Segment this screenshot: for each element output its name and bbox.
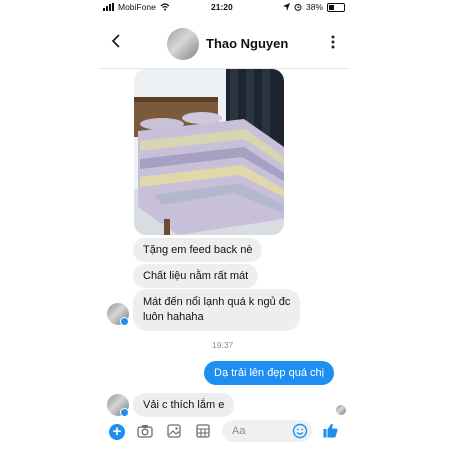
message-bubble-outgoing[interactable]: Dạ trải lên đẹp quá chị	[204, 361, 335, 385]
online-status-dot	[120, 317, 129, 326]
contact-avatar[interactable]	[167, 28, 199, 60]
plus-icon[interactable]: +	[109, 424, 125, 440]
gallery-icon[interactable]	[167, 424, 181, 438]
carrier-group: MobiFone	[103, 2, 170, 12]
message-bubble-incoming[interactable]: Tặng em feed back nè	[133, 238, 263, 262]
sticker-grid-icon[interactable]	[196, 424, 210, 438]
message-line: luôn hahaha	[143, 311, 204, 323]
emoji-icon[interactable]	[292, 423, 308, 439]
message-timestamp: 19:37	[212, 340, 234, 350]
contact-name[interactable]: Thao Nguyen	[206, 36, 288, 51]
message-bubble-incoming[interactable]: Chất liệu nằm rất mát	[133, 264, 259, 288]
message-bubble-incoming-multiline[interactable]: Mát đến nổi lạnh quá k ngủ đc luôn hahah…	[133, 289, 301, 331]
status-right-group: 38%	[282, 2, 345, 12]
signal-icon	[103, 3, 114, 11]
chat-header: Thao Nguyen	[99, 18, 349, 69]
composer-bar: + Aa	[99, 415, 349, 449]
alarm-icon	[294, 3, 302, 11]
more-vertical-icon[interactable]	[331, 35, 335, 52]
location-icon	[282, 3, 290, 11]
message-line: Mát đến nổi lạnh quá k ngủ đc	[143, 296, 291, 308]
wifi-icon	[160, 3, 170, 11]
message-bubble-incoming[interactable]: Vải c thích lắm e	[133, 393, 235, 417]
carrier-name: MobiFone	[118, 2, 156, 12]
message-input-placeholder: Aa	[232, 425, 246, 437]
status-time: 21:20	[211, 2, 233, 12]
camera-icon[interactable]	[137, 424, 153, 438]
shared-photo[interactable]	[134, 69, 284, 235]
bed-photo-illustration	[134, 69, 284, 235]
status-bar: MobiFone 21:20 38%	[99, 0, 349, 14]
back-arrow-icon[interactable]	[111, 34, 127, 50]
seen-avatar	[336, 405, 346, 415]
battery-percent: 38%	[305, 2, 323, 12]
battery-icon	[327, 2, 345, 12]
thumbs-up-icon[interactable]	[322, 422, 339, 439]
